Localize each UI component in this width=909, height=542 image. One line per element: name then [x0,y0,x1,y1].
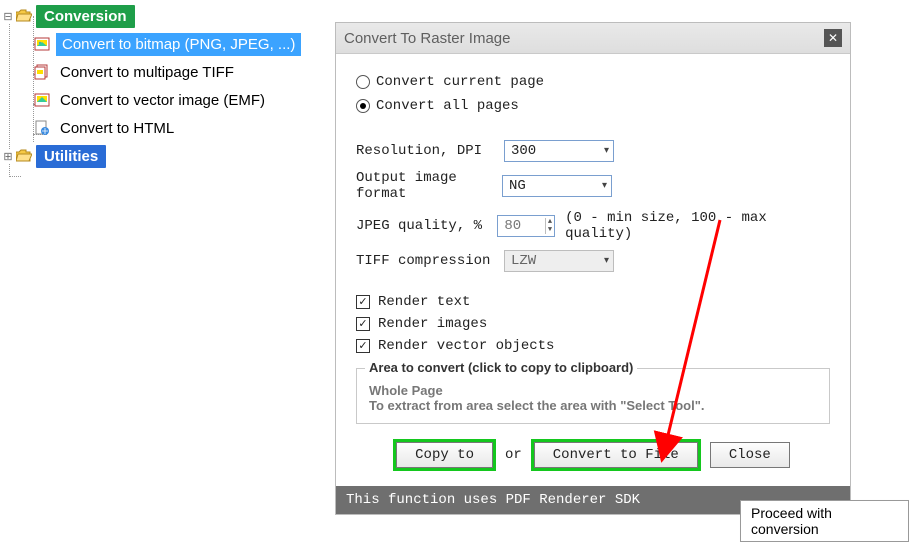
dialog-convert-raster: Convert To Raster Image ✕ Convert curren… [335,22,851,515]
tree-folder-conversion[interactable]: ⊟ Conversion [0,2,320,30]
copy-to-button[interactable]: Copy to [396,442,493,468]
tree-folder-utilities[interactable]: ⊞ Utilities [0,142,320,170]
image-file-icon [34,92,50,108]
radio-convert-current[interactable]: Convert current page [356,74,830,90]
close-button[interactable]: Close [710,442,790,468]
checkbox-label: Render images [378,316,487,332]
checkbox-label: Render vector objects [378,338,554,354]
resolution-combo[interactable]: 300 ▾ [504,140,614,162]
chevron-down-icon: ▾ [604,145,609,157]
close-icon[interactable]: ✕ [824,29,842,47]
resolution-label: Resolution, DPI [356,143,504,159]
tree-item-label: Convert to HTML [56,119,178,138]
checkbox-icon: ✓ [356,317,370,331]
tiff-compression-combo: LZW ▾ [504,250,614,272]
tree-folder-label: Utilities [36,145,106,168]
combo-value: 300 [511,143,536,159]
output-format-combo[interactable]: NG ▾ [502,175,612,197]
or-label: or [505,447,522,463]
radio-label: Convert all pages [376,98,519,114]
folder-open-icon [16,9,32,23]
tree-item-convert-vector[interactable]: Convert to vector image (EMF) [0,86,320,114]
spinner-buttons[interactable]: ▲▼ [545,218,554,234]
image-file-icon [34,36,50,52]
tiff-compression-label: TIFF compression [356,253,504,269]
area-text: To extract from area select the area wit… [369,398,817,413]
spinner-value: 80 [504,218,521,234]
radio-convert-all[interactable]: Convert all pages [356,98,830,114]
area-subtitle: Whole Page [369,383,817,398]
tree-folder-label: Conversion [36,5,135,28]
expand-toggle-icon[interactable]: ⊞ [0,150,16,163]
checkbox-icon: ✓ [356,339,370,353]
tree-item-convert-tiff[interactable]: Convert to multipage TIFF [0,58,320,86]
radio-icon [356,75,370,89]
dialog-titlebar: Convert To Raster Image ✕ [336,23,850,54]
area-title: Area to convert (click to copy to clipbo… [365,360,637,375]
folder-open-icon [16,149,32,163]
multipage-file-icon [34,64,50,80]
tree-item-label: Convert to vector image (EMF) [56,91,269,110]
checkbox-label: Render text [378,294,470,310]
chevron-down-icon: ▾ [604,255,609,267]
radio-label: Convert current page [376,74,544,90]
jpeg-hint: (0 - min size, 100 - max quality) [565,210,830,242]
output-format-label: Output image format [356,170,504,202]
dialog-title-text: Convert To Raster Image [344,30,510,47]
area-to-convert-box[interactable]: Area to convert (click to copy to clipbo… [356,368,830,424]
tooltip: Proceed with conversion [740,500,909,542]
tree-item-label: Convert to multipage TIFF [56,63,238,82]
tree-item-convert-bitmap[interactable]: Convert to bitmap (PNG, JPEG, ...) [0,30,320,58]
chevron-down-icon: ▾ [602,180,607,192]
checkbox-render-text[interactable]: ✓ Render text [356,294,830,310]
combo-value: NG [509,178,526,194]
checkbox-render-vector[interactable]: ✓ Render vector objects [356,338,830,354]
sidebar-tree: ⊟ Conversion Convert to bitmap (PNG, JPE… [0,0,320,170]
collapse-toggle-icon[interactable]: ⊟ [0,10,16,23]
tree-item-label: Convert to bitmap (PNG, JPEG, ...) [56,33,301,56]
jpeg-quality-label: JPEG quality, % [356,218,497,234]
convert-to-file-button[interactable]: Convert to File [534,442,698,468]
tree-item-convert-html[interactable]: Convert to HTML [0,114,320,142]
checkbox-render-images[interactable]: ✓ Render images [356,316,830,332]
combo-value: LZW [511,253,536,269]
html-file-icon [34,120,50,136]
checkbox-icon: ✓ [356,295,370,309]
radio-icon [356,99,370,113]
jpeg-quality-spinner[interactable]: 80 ▲▼ [497,215,555,237]
